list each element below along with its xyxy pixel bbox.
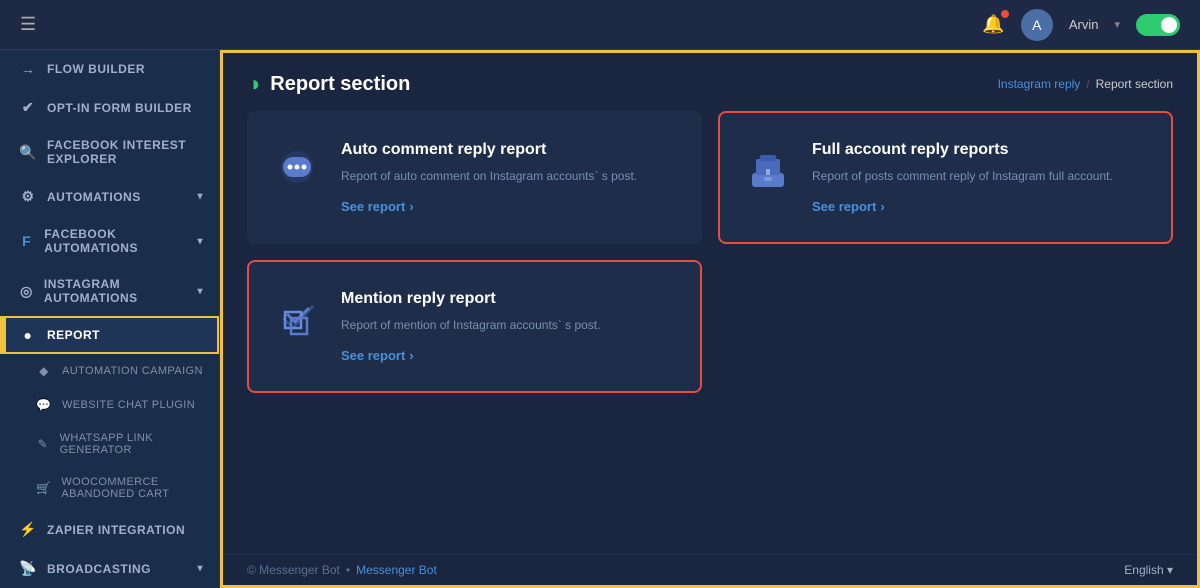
instagram-automations-arrow: ▾ [197,286,203,297]
sidebar-item-woocommerce[interactable]: 🛒 WooCommerce Abandoned Cart [0,466,219,510]
automations-icon: ⚙ [19,188,37,205]
auto-comment-icon [273,145,321,203]
page-title: Report section [270,73,410,96]
full-account-content: Full account reply reports Report of pos… [812,141,1147,214]
full-account-title: Full account reply reports [812,141,1147,159]
report-icon: ● [19,327,37,343]
header-left: ☰ [20,14,36,35]
footer-brand: © Messenger Bot • Messenger Bot [247,563,437,577]
fb-automations-arrow: ▾ [197,236,203,247]
header-right: 🔔 A Arvin ▾ [982,9,1180,41]
sidebar-item-fb-interest[interactable]: 🔍 Facebook Interest Explorer [0,127,219,177]
chevron-right-icon-2: › [880,199,884,214]
sidebar-item-website-chat[interactable]: 💬 Website Chat Plugin [0,388,219,422]
breadcrumb-current: Report section [1096,77,1173,91]
sidebar-item-zapier[interactable]: ⚡ Zapier Integration [0,510,219,549]
cards-grid: Auto comment reply report Report of auto… [223,111,1197,417]
toggle-switch[interactable] [1136,14,1180,36]
footer-brand-link[interactable]: Messenger Bot [356,563,437,577]
auto-comment-reply-card[interactable]: Auto comment reply report Report of auto… [247,111,702,244]
full-account-desc: Report of posts comment reply of Instagr… [812,167,1147,185]
website-chat-icon: 💬 [36,398,52,412]
mention-link[interactable]: See report › [341,348,676,363]
full-account-icon [744,145,792,203]
instagram-icon: ◎ [19,283,34,300]
search-icon: 🔍 [19,144,37,161]
zapier-icon: ⚡ [19,521,37,538]
auto-comment-desc: Report of auto comment on Instagram acco… [341,167,676,185]
breadcrumb-parent[interactable]: Instagram reply [998,77,1081,91]
facebook-icon: f [19,233,34,249]
auto-comment-title: Auto comment reply report [341,141,676,159]
flow-builder-icon: → [19,61,37,77]
user-dropdown-arrow[interactable]: ▾ [1114,18,1120,31]
page-title-icon: ◑ [247,71,260,97]
broadcasting-arrow: ▾ [197,563,203,574]
whatsapp-icon: ✎ [36,437,50,451]
content-header: ◑ Report section Instagram reply / Repor… [223,53,1197,111]
sidebar-item-automations[interactable]: ⚙ Automations ▾ [0,177,219,216]
sidebar-item-instagram-automations[interactable]: ◎ Instagram Automations ▾ [0,266,219,316]
sidebar-item-report[interactable]: ● Report [0,316,219,354]
broadcasting-icon: 📡 [19,560,37,577]
sidebar-item-broadcasting[interactable]: 📡 Broadcasting ▾ [0,549,219,588]
sidebar: → Flow Builder ✔ Opt-In Form Builder 🔍 F… [0,50,220,588]
automation-campaign-icon: ◆ [36,364,52,378]
breadcrumb: Instagram reply / Report section [998,77,1173,91]
content-area: ◑ Report section Instagram reply / Repor… [220,50,1200,588]
sidebar-item-whatsapp[interactable]: ✎ Whatsapp Link Generator [0,422,219,466]
mention-title: Mention reply report [341,290,676,308]
automations-arrow: ▾ [197,191,203,202]
mention-icon [273,294,321,352]
chevron-right-icon: › [409,199,413,214]
mention-desc: Report of mention of Instagram accounts`… [341,316,676,334]
user-name[interactable]: Arvin [1069,17,1099,32]
chevron-right-icon-3: › [409,348,413,363]
full-account-reply-card[interactable]: Full account reply reports Report of pos… [718,111,1173,244]
notification-badge [1001,10,1009,18]
language-selector[interactable]: English ▾ [1124,563,1173,577]
avatar: A [1021,9,1053,41]
page-title-area: ◑ Report section [247,71,410,97]
sidebar-item-automation-campaign[interactable]: ◆ Automation Campaign [0,354,219,388]
sidebar-item-flow-builder[interactable]: → Flow Builder [0,50,219,88]
bell-icon[interactable]: 🔔 [982,14,1004,35]
auto-comment-link[interactable]: See report › [341,199,676,214]
content-spacer [223,417,1197,554]
sidebar-item-opt-in-form[interactable]: ✔ Opt-In Form Builder [0,88,219,127]
full-account-link[interactable]: See report › [812,199,1147,214]
breadcrumb-separator: / [1086,77,1089,91]
sidebar-item-fb-automations[interactable]: f Facebook Automations ▾ [0,216,219,266]
hamburger-icon[interactable]: ☰ [20,14,36,35]
woocommerce-icon: 🛒 [36,481,51,495]
mention-reply-card[interactable]: Mention reply report Report of mention o… [247,260,702,393]
footer: © Messenger Bot • Messenger Bot English … [223,554,1197,585]
opt-in-icon: ✔ [19,99,37,116]
top-header: ☰ 🔔 A Arvin ▾ [0,0,1200,50]
main-layout: → Flow Builder ✔ Opt-In Form Builder 🔍 F… [0,50,1200,588]
footer-separator: • [346,563,350,577]
auto-comment-content: Auto comment reply report Report of auto… [341,141,676,214]
footer-copyright: © Messenger Bot [247,563,340,577]
mention-content: Mention reply report Report of mention o… [341,290,676,363]
